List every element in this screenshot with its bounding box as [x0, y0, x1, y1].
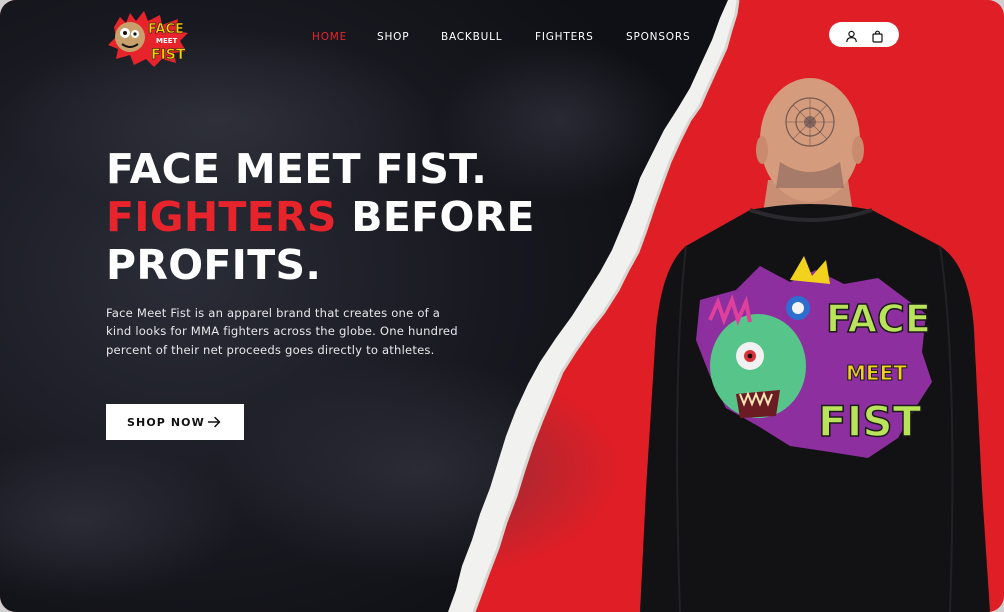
shirt-text-face: FACE [826, 297, 931, 341]
nav-item-sponsors[interactable]: SPONSORS [626, 31, 690, 43]
arrow-right-icon [207, 416, 221, 428]
nav-item-home[interactable]: HOME [312, 31, 347, 43]
model-back-image: FACE MEET FIST [640, 70, 990, 612]
nav-item-shop[interactable]: SHOP [377, 31, 409, 43]
hero-description: Face Meet Fist is an apparel brand that … [106, 306, 458, 357]
shop-now-label: SHOP NOW [127, 416, 205, 429]
hero-title-highlight: FIGHTERS [106, 193, 337, 241]
hero-title: FACE MEET FIST. FIGHTERS BEFORE PROFITS. [106, 145, 534, 289]
nav-item-fighters[interactable]: FIGHTERS [535, 31, 594, 43]
shop-now-button[interactable]: SHOP NOW [106, 404, 244, 440]
hero-title-line1: FACE MEET FIST. [106, 145, 488, 193]
hero-title-line2-rest: BEFORE [336, 193, 535, 241]
shopping-bag-icon[interactable] [871, 28, 884, 43]
hero-title-line2: FIGHTERS BEFORE [106, 193, 534, 241]
shirt-text-fist: FIST [818, 397, 922, 446]
header-actions [829, 22, 899, 47]
user-icon[interactable] [845, 28, 858, 43]
nav-item-backbull[interactable]: BACKBULL [441, 31, 502, 43]
hero-title-line3: PROFITS. [106, 241, 322, 289]
landing-page: FACE MEET FIST HOME SHOP BACKBULL FIGHTE… [0, 0, 1004, 612]
logo-text-fist: FIST [151, 47, 186, 63]
shirt-text-meet: MEET [846, 361, 907, 385]
